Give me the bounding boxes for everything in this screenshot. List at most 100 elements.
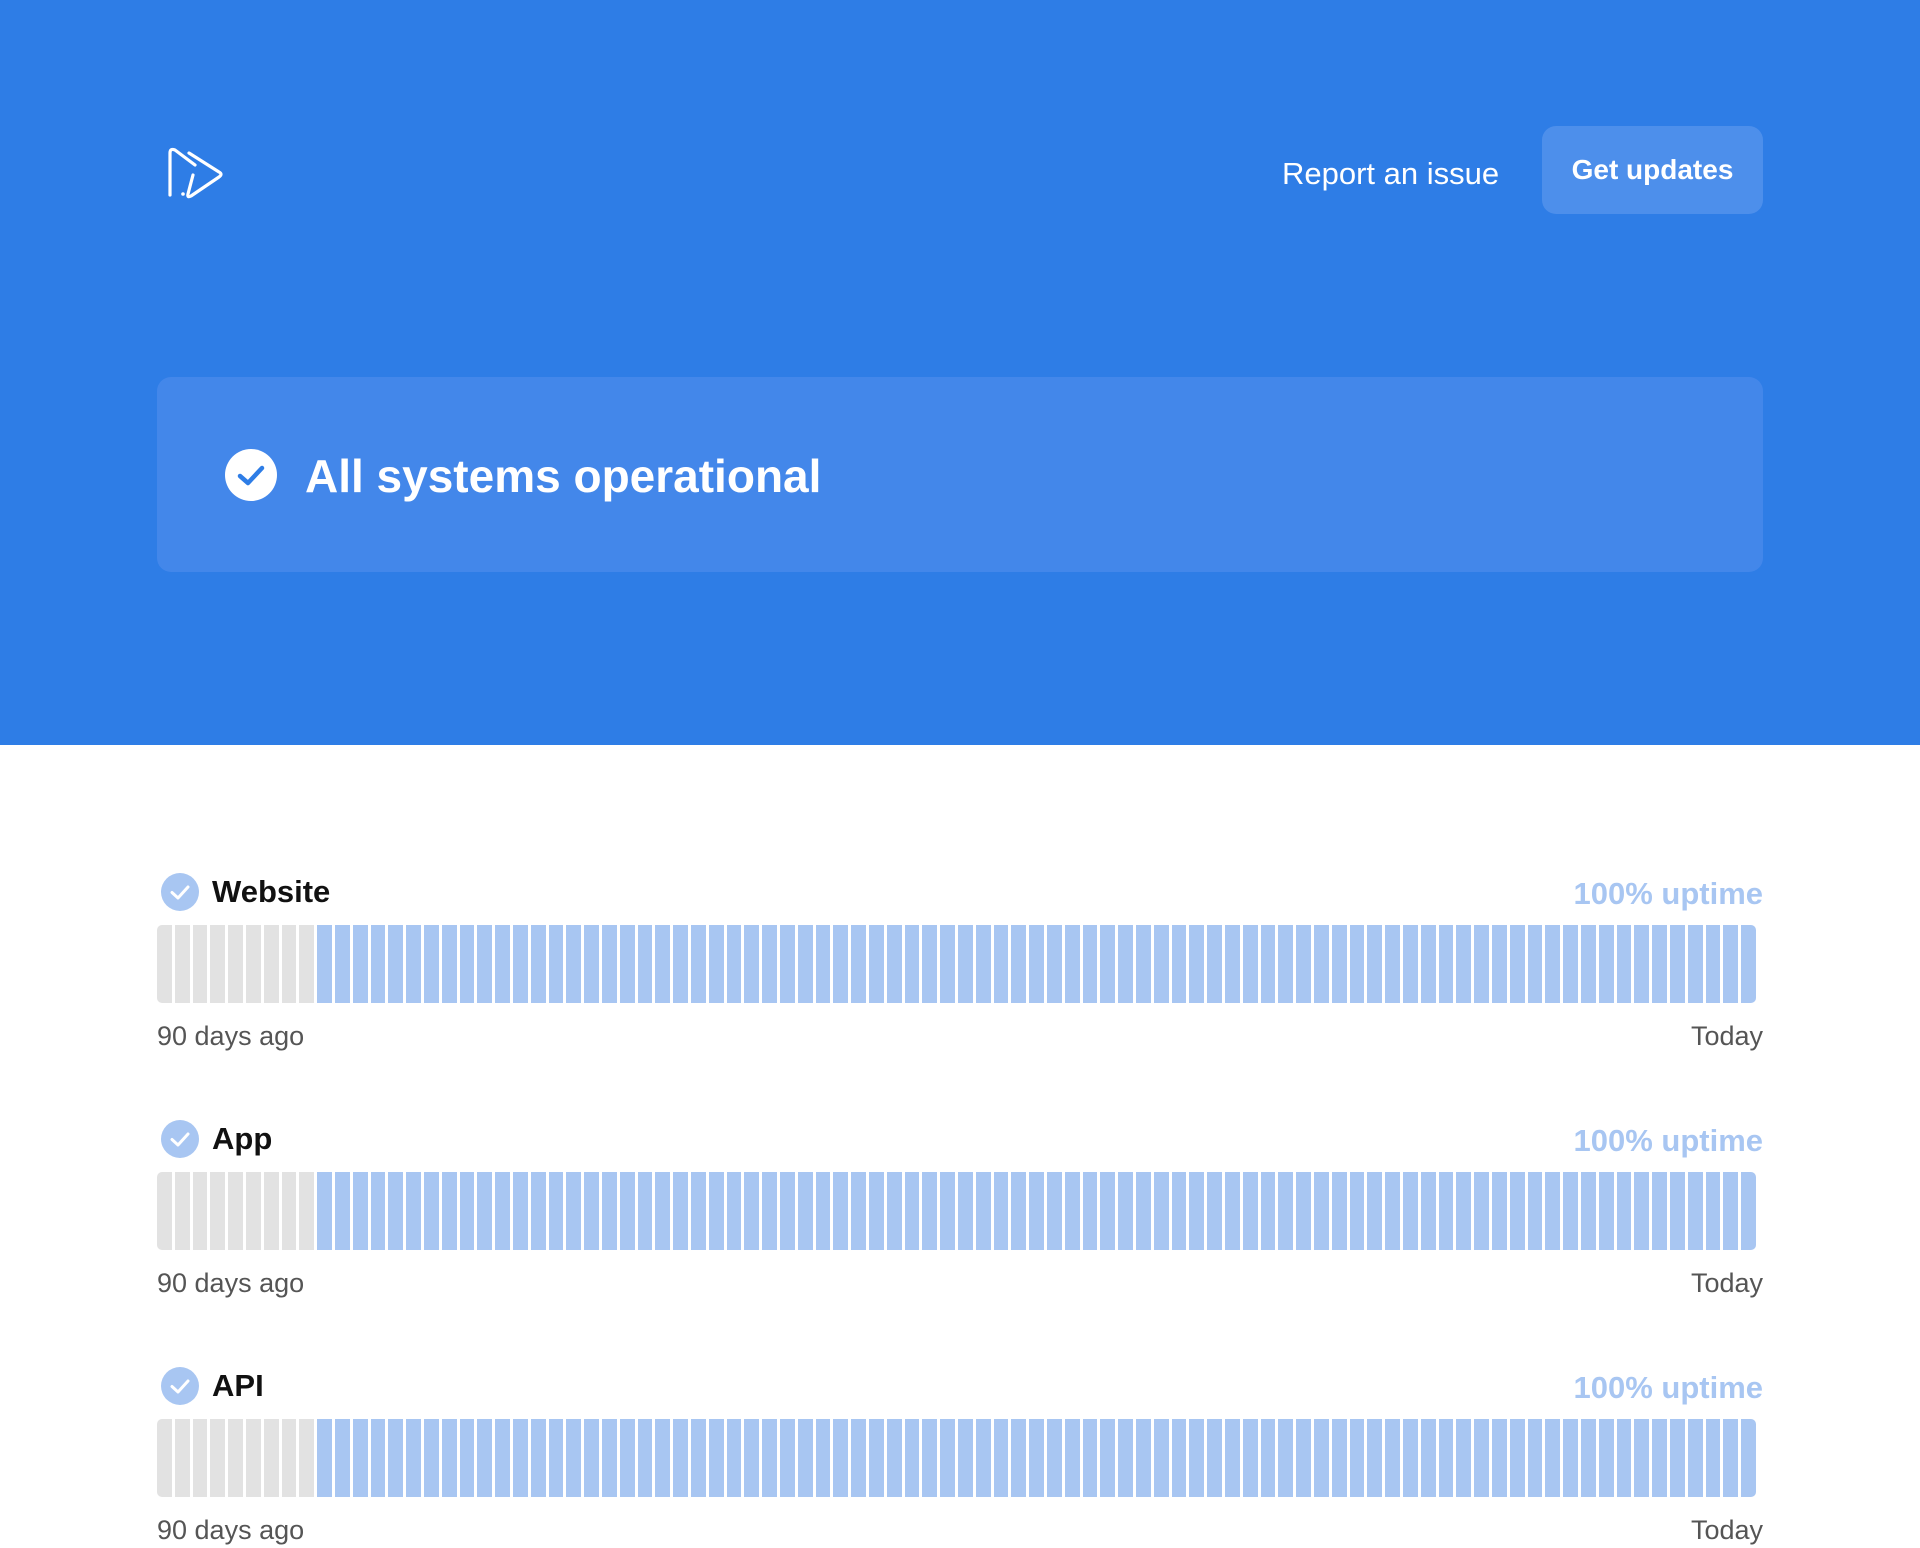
uptime-bar-up[interactable] (1420, 925, 1436, 1003)
uptime-bar-up[interactable] (1349, 1419, 1365, 1497)
uptime-bar-up[interactable] (637, 1172, 653, 1250)
uptime-bar-up[interactable] (406, 1419, 421, 1497)
uptime-bar-no-data[interactable] (174, 1172, 190, 1250)
uptime-bar-up[interactable] (655, 1419, 671, 1497)
uptime-bar-no-data[interactable] (263, 925, 279, 1003)
uptime-bar-up[interactable] (1723, 1419, 1739, 1497)
uptime-bar-up[interactable] (1581, 1419, 1596, 1497)
uptime-bar-no-data[interactable] (246, 925, 261, 1003)
uptime-bar-up[interactable] (513, 1172, 528, 1250)
uptime-bar-up[interactable] (762, 1419, 777, 1497)
uptime-bar-up[interactable] (459, 925, 475, 1003)
uptime-bar-up[interactable] (1403, 1172, 1418, 1250)
uptime-bar-up[interactable] (1723, 925, 1739, 1003)
uptime-bar-up[interactable] (1296, 925, 1311, 1003)
uptime-bar-up[interactable] (958, 925, 973, 1003)
uptime-bar-up[interactable] (370, 1419, 386, 1497)
uptime-bar-up[interactable] (566, 1419, 582, 1497)
uptime-bar-up[interactable] (1011, 925, 1027, 1003)
uptime-bar-no-data[interactable] (299, 925, 315, 1003)
uptime-bar-up[interactable] (851, 925, 866, 1003)
uptime-bar-up[interactable] (869, 1172, 884, 1250)
uptime-bar-up[interactable] (1403, 925, 1418, 1003)
uptime-bar-up[interactable] (1242, 925, 1258, 1003)
uptime-bar-up[interactable] (797, 925, 813, 1003)
uptime-bar-up[interactable] (1509, 925, 1525, 1003)
uptime-bar-up[interactable] (1260, 1172, 1276, 1250)
uptime-bar-up[interactable] (1118, 1419, 1133, 1497)
uptime-bar-no-data[interactable] (157, 925, 172, 1003)
uptime-bar-no-data[interactable] (174, 925, 190, 1003)
uptime-bar-up[interactable] (1296, 1419, 1311, 1497)
uptime-bar-up[interactable] (1652, 1172, 1667, 1250)
uptime-bar-up[interactable] (1509, 1419, 1525, 1497)
uptime-bar-up[interactable] (1314, 925, 1329, 1003)
report-issue-link[interactable]: Report an issue (1282, 152, 1499, 196)
uptime-bar-up[interactable] (904, 1419, 920, 1497)
uptime-bar-up[interactable] (513, 1419, 528, 1497)
uptime-bar-no-data[interactable] (174, 1419, 190, 1497)
uptime-bar-up[interactable] (548, 925, 564, 1003)
uptime-bar-no-data[interactable] (246, 1172, 261, 1250)
uptime-bar-up[interactable] (1598, 1172, 1614, 1250)
uptime-bar-up[interactable] (673, 1172, 688, 1250)
uptime-bar-no-data[interactable] (228, 925, 243, 1003)
uptime-bar-up[interactable] (922, 1172, 938, 1250)
uptime-bar-up[interactable] (637, 925, 653, 1003)
uptime-bar-up[interactable] (1207, 1419, 1222, 1497)
uptime-bar-up[interactable] (708, 925, 724, 1003)
uptime-bar-up[interactable] (1616, 1172, 1632, 1250)
uptime-bar-up[interactable] (1331, 1419, 1347, 1497)
uptime-bar-up[interactable] (744, 925, 760, 1003)
uptime-bar-up[interactable] (762, 925, 777, 1003)
uptime-bar-up[interactable] (441, 925, 457, 1003)
uptime-bar-up[interactable] (815, 1172, 831, 1250)
uptime-bar-up[interactable] (352, 925, 368, 1003)
uptime-bar-up[interactable] (726, 1172, 742, 1250)
uptime-bar-up[interactable] (851, 1419, 866, 1497)
uptime-bar-up[interactable] (1509, 1172, 1525, 1250)
uptime-bar-up[interactable] (833, 925, 849, 1003)
uptime-bar-up[interactable] (1349, 1172, 1365, 1250)
uptime-bar-up[interactable] (1136, 1172, 1151, 1250)
uptime-bar-up[interactable] (1456, 1419, 1472, 1497)
uptime-bar-up[interactable] (886, 925, 902, 1003)
uptime-bar-up[interactable] (477, 1172, 493, 1250)
uptime-bar-up[interactable] (1242, 1172, 1258, 1250)
uptime-bar-up[interactable] (459, 1419, 475, 1497)
uptime-bar-no-data[interactable] (299, 1172, 315, 1250)
uptime-bar-up[interactable] (317, 1172, 332, 1250)
uptime-bar-up[interactable] (1438, 1419, 1454, 1497)
uptime-bar-up[interactable] (1189, 1419, 1205, 1497)
uptime-bar-up[interactable] (673, 1419, 688, 1497)
uptime-bar-no-data[interactable] (192, 925, 208, 1003)
uptime-bar-up[interactable] (797, 1419, 813, 1497)
uptime-bar-up[interactable] (940, 1172, 955, 1250)
uptime-bar-up[interactable] (1670, 925, 1685, 1003)
uptime-bar-no-data[interactable] (263, 1172, 279, 1250)
uptime-bar-up[interactable] (1029, 925, 1044, 1003)
uptime-bar-up[interactable] (691, 925, 706, 1003)
uptime-bar-up[interactable] (708, 1419, 724, 1497)
uptime-bar-up[interactable] (619, 925, 635, 1003)
uptime-bar-up[interactable] (1047, 925, 1062, 1003)
uptime-bar-up[interactable] (1171, 1172, 1187, 1250)
uptime-bar-up[interactable] (886, 1172, 902, 1250)
uptime-bar-up[interactable] (1527, 925, 1543, 1003)
uptime-bar-up[interactable] (1171, 925, 1187, 1003)
uptime-bar-up[interactable] (1581, 925, 1596, 1003)
uptime-bar-up[interactable] (352, 1419, 368, 1497)
uptime-bar-up[interactable] (1171, 1419, 1187, 1497)
uptime-bar-up[interactable] (1670, 1172, 1685, 1250)
uptime-bar-up[interactable] (370, 1172, 386, 1250)
uptime-bar-up[interactable] (1705, 1172, 1721, 1250)
uptime-bar-up[interactable] (1474, 1172, 1489, 1250)
uptime-bar-up[interactable] (1723, 1172, 1739, 1250)
uptime-bar-up[interactable] (1705, 1419, 1721, 1497)
uptime-bar-no-data[interactable] (281, 1172, 297, 1250)
uptime-bar-up[interactable] (1545, 925, 1561, 1003)
double-play-logo-icon[interactable] (165, 145, 227, 201)
uptime-bar-up[interactable] (1598, 925, 1614, 1003)
uptime-bar-up[interactable] (1438, 1172, 1454, 1250)
uptime-bar-up[interactable] (1385, 1172, 1400, 1250)
